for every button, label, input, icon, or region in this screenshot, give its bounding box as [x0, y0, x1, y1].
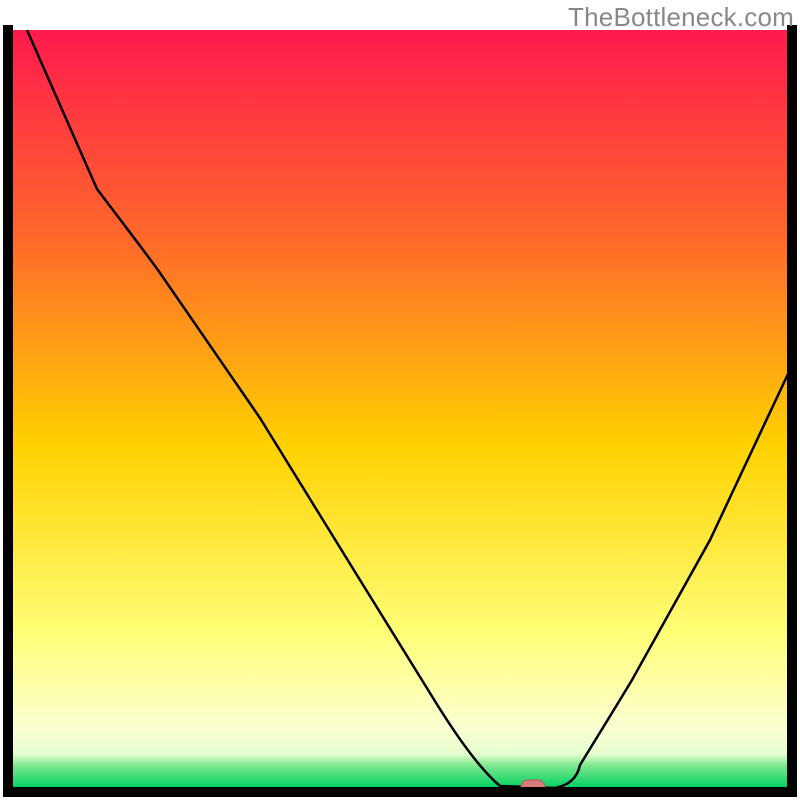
watermark-label: TheBottleneck.com [568, 2, 794, 33]
plot-background [12, 30, 788, 788]
chart-svg [0, 0, 800, 800]
chart-container: TheBottleneck.com [0, 0, 800, 800]
